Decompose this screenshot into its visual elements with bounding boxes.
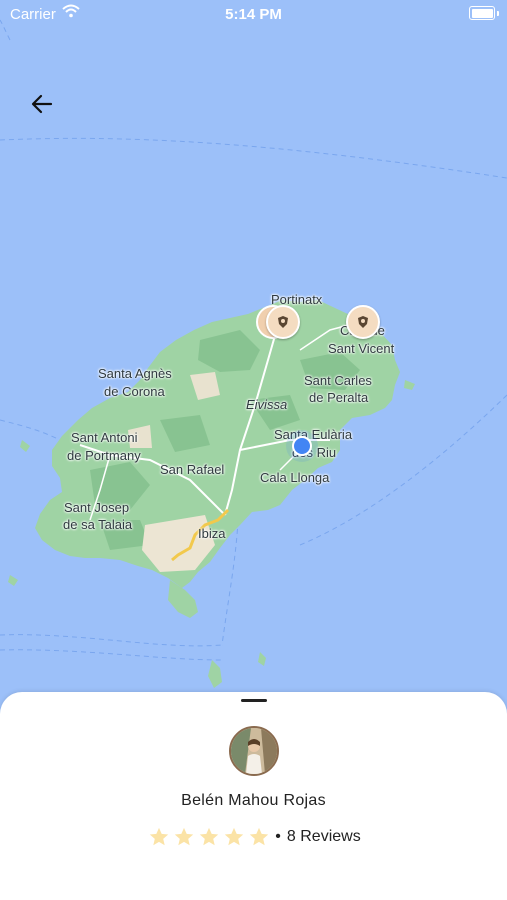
star-icon — [148, 826, 170, 848]
map-label-de-peralta: de Peralta — [309, 390, 369, 405]
avatar[interactable] — [229, 726, 279, 776]
back-button[interactable] — [24, 86, 60, 122]
status-time: 5:14 PM — [225, 6, 282, 23]
map-label-santa-agnes: Santa Agnès — [98, 366, 172, 381]
map-label-santa-eularia: Santa Eulària — [274, 427, 353, 442]
map-label-de-portmany: de Portmany — [67, 448, 141, 463]
map-pin-icon[interactable] — [266, 305, 300, 339]
profile-bottom-sheet[interactable]: Belén Mahou Rojas • 8 Reviews — [0, 692, 507, 900]
map-label-san-rafael: San Rafael — [160, 462, 225, 477]
reviews-count-link[interactable]: 8 Reviews — [287, 828, 361, 846]
star-icon — [198, 826, 220, 848]
map-label-de-sa-talaia: de sa Talaia — [63, 517, 133, 532]
map-label-cala-llonga: Cala Llonga — [260, 470, 330, 485]
map-label-ibiza: Ibiza — [198, 526, 226, 541]
map-label-sant-josep: Sant Josep — [64, 500, 130, 515]
battery-icon — [469, 6, 499, 20]
map-label-sant-antoni: Sant Antoni — [71, 430, 138, 445]
map-pin-icon[interactable] — [346, 305, 380, 339]
user-name: Belén Mahou Rojas — [181, 792, 326, 809]
sheet-drag-handle[interactable] — [241, 699, 267, 702]
status-bar: Carrier 5:14 PM — [0, 0, 507, 30]
rating-row[interactable]: • 8 Reviews — [0, 824, 507, 850]
map-label-de-corona: de Corona — [104, 384, 165, 399]
arrow-left-icon — [31, 94, 53, 114]
star-icon — [223, 826, 245, 848]
location-dot-icon — [292, 436, 312, 456]
map-label-eivissa: Eivissa — [246, 397, 288, 412]
star-icon — [248, 826, 270, 848]
map-label-sant-carles: Sant Carles — [304, 373, 372, 388]
reviews-separator: • — [275, 828, 281, 845]
map-label-sant-vicent: Sant Vicent — [328, 341, 395, 356]
star-icon — [173, 826, 195, 848]
